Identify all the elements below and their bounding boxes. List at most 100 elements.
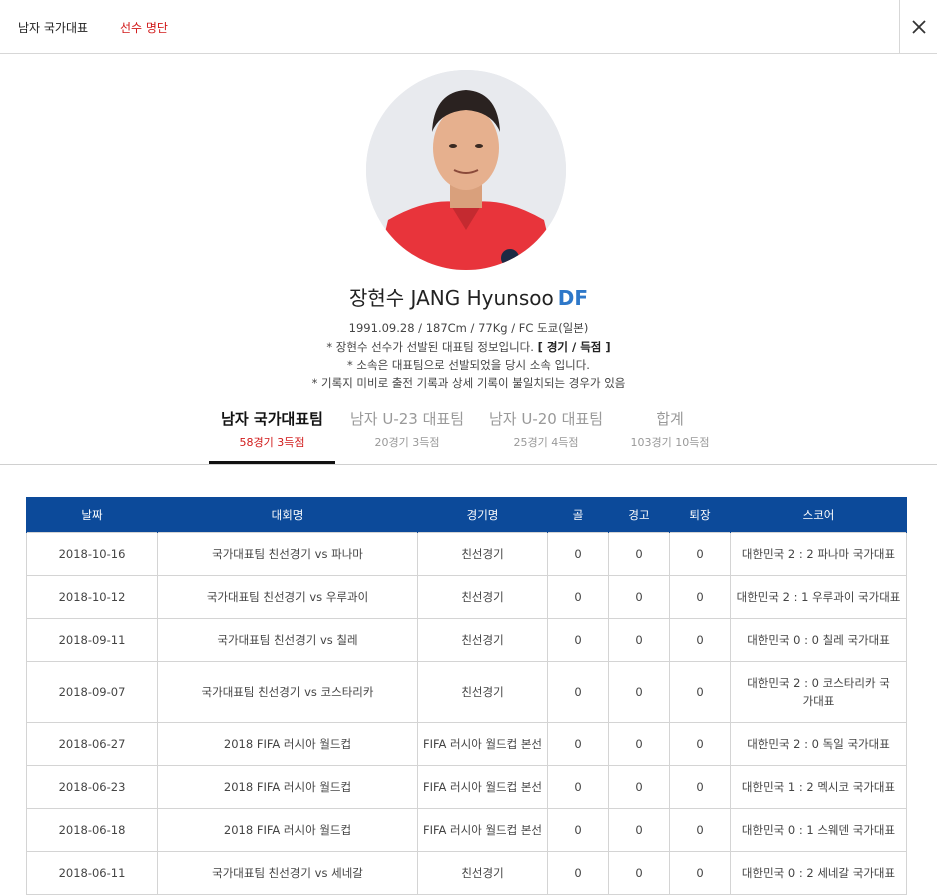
cell-score: 대한민국 1 : 2 멕시코 국가대표 xyxy=(730,765,907,809)
cell-red-cards: 0 xyxy=(669,661,731,723)
cell-competition: 2018 FIFA 러시아 월드컵 xyxy=(157,808,418,852)
cell-score: 대한민국 0 : 0 칠레 국가대표 xyxy=(730,618,907,662)
note-selection-bold: [ 경기 / 득점 ] xyxy=(537,340,611,354)
player-note-club: * 소속은 대표팀으로 선발되었을 당시 소속 입니다. xyxy=(347,358,590,372)
column-header-competition: 대회명 xyxy=(157,497,418,533)
tab-u20-team[interactable]: 남자 U-20 대표팀 25경기 4득점 xyxy=(482,404,610,464)
cell-competition: 2018 FIFA 러시아 월드컵 xyxy=(157,722,418,766)
cell-date: 2018-06-23 xyxy=(26,765,158,809)
cell-score: 대한민국 2 : 1 우루과이 국가대표 xyxy=(730,575,907,619)
cell-red-cards: 0 xyxy=(669,575,731,619)
cell-date: 2018-06-18 xyxy=(26,808,158,852)
close-button[interactable] xyxy=(899,0,937,54)
cell-red-cards: 0 xyxy=(669,851,731,895)
column-header-date: 날짜 xyxy=(26,497,158,533)
tab-stats: 25경기 4득점 xyxy=(513,436,579,449)
cell-match: 친선경기 xyxy=(417,575,548,619)
cell-yellow-cards: 0 xyxy=(608,618,670,662)
cell-score: 대한민국 0 : 2 세네갈 국가대표 xyxy=(730,851,907,895)
player-photo xyxy=(366,70,566,270)
player-note-selection: * 장현수 선수가 선발된 대표팀 정보입니다. [ 경기 / 득점 ] xyxy=(0,339,937,355)
table-row: 2018-10-12 국가대표팀 친선경기 vs 우루과이 친선경기 0 0 0… xyxy=(26,575,907,619)
tab-label: 남자 U-20 대표팀 xyxy=(488,410,603,428)
cell-competition: 국가대표팀 친선경기 vs 우루과이 xyxy=(157,575,418,619)
table-header-row: 날짜 대회명 경기명 골 경고 퇴장 스코어 xyxy=(26,497,907,533)
cell-date: 2018-09-07 xyxy=(26,661,158,723)
cell-red-cards: 0 xyxy=(669,722,731,766)
tab-stats: 103경기 10득점 xyxy=(630,436,710,449)
cell-yellow-cards: 0 xyxy=(608,532,670,576)
cell-date: 2018-09-11 xyxy=(26,618,158,662)
cell-match: 친선경기 xyxy=(417,532,548,576)
cell-date: 2018-10-12 xyxy=(26,575,158,619)
player-note-records: * 기록지 미비로 출전 기록과 상세 기록이 불일치되는 경우가 있음 xyxy=(311,376,626,390)
cell-red-cards: 0 xyxy=(669,808,731,852)
cell-yellow-cards: 0 xyxy=(608,808,670,852)
top-bar: 남자 국가대표 선수 명단 xyxy=(0,0,937,54)
cell-goals: 0 xyxy=(547,661,609,723)
cell-score: 대한민국 2 : 2 파나마 국가대표 xyxy=(730,532,907,576)
tab-u23-team[interactable]: 남자 U-23 대표팀 20경기 3득점 xyxy=(343,404,471,464)
tab-label: 합계 xyxy=(656,410,684,428)
team-tabs: 남자 국가대표팀 58경기 3득점 남자 U-23 대표팀 20경기 3득점 남… xyxy=(0,404,937,465)
cell-red-cards: 0 xyxy=(669,618,731,662)
cell-yellow-cards: 0 xyxy=(608,765,670,809)
cell-score: 대한민국 2 : 0 독일 국가대표 xyxy=(730,722,907,766)
player-name: 장현수 JANG Hyunsoo xyxy=(349,286,554,310)
tab-label: 남자 U-23 대표팀 xyxy=(349,410,464,428)
match-records-table: 날짜 대회명 경기명 골 경고 퇴장 스코어 2018-10-16 국가대표팀 … xyxy=(26,497,907,895)
cell-goals: 0 xyxy=(547,618,609,662)
column-header-yellow-cards: 경고 xyxy=(608,497,670,533)
table-row: 2018-06-23 2018 FIFA 러시아 월드컵 FIFA 러시아 월드… xyxy=(26,765,907,809)
table-row: 2018-09-11 국가대표팀 친선경기 vs 칠레 친선경기 0 0 0 대… xyxy=(26,618,907,662)
cell-match: 친선경기 xyxy=(417,851,548,895)
cell-match: 친선경기 xyxy=(417,661,548,723)
cell-competition: 국가대표팀 친선경기 vs 코스타리카 xyxy=(157,661,418,723)
player-position: DF xyxy=(557,286,588,310)
column-header-match: 경기명 xyxy=(417,497,548,533)
player-details: 1991.09.28 / 187Cm / 77Kg / FC 도쿄(일본) xyxy=(348,321,589,335)
cell-goals: 0 xyxy=(547,808,609,852)
cell-red-cards: 0 xyxy=(669,765,731,809)
cell-goals: 0 xyxy=(547,851,609,895)
close-icon xyxy=(911,20,926,34)
nav-link-player-roster[interactable]: 선수 명단 xyxy=(120,19,168,36)
tab-total[interactable]: 합계 103경기 10득점 xyxy=(620,404,720,464)
cell-match: FIFA 러시아 월드컵 본선 xyxy=(417,722,548,766)
tab-label: 남자 국가대표팀 xyxy=(221,410,323,428)
cell-goals: 0 xyxy=(547,722,609,766)
cell-competition: 2018 FIFA 러시아 월드컵 xyxy=(157,765,418,809)
tab-mens-national-team[interactable]: 남자 국가대표팀 58경기 3득점 xyxy=(209,404,335,464)
cell-goals: 0 xyxy=(547,765,609,809)
cell-red-cards: 0 xyxy=(669,532,731,576)
table-row: 2018-09-07 국가대표팀 친선경기 vs 코스타리카 친선경기 0 0 … xyxy=(26,661,907,723)
cell-score: 대한민국 0 : 1 스웨덴 국가대표 xyxy=(730,808,907,852)
note-selection-text: * 장현수 선수가 선발된 대표팀 정보입니다. xyxy=(326,340,534,354)
cell-yellow-cards: 0 xyxy=(608,851,670,895)
cell-match: 친선경기 xyxy=(417,618,548,662)
table-row: 2018-10-16 국가대표팀 친선경기 vs 파나마 친선경기 0 0 0 … xyxy=(26,532,907,576)
cell-date: 2018-06-27 xyxy=(26,722,158,766)
cell-yellow-cards: 0 xyxy=(608,575,670,619)
table-row: 2018-06-27 2018 FIFA 러시아 월드컵 FIFA 러시아 월드… xyxy=(26,722,907,766)
cell-competition: 국가대표팀 친선경기 vs 세네갈 xyxy=(157,851,418,895)
cell-match: FIFA 러시아 월드컵 본선 xyxy=(417,765,548,809)
cell-match: FIFA 러시아 월드컵 본선 xyxy=(417,808,548,852)
cell-competition: 국가대표팀 친선경기 vs 칠레 xyxy=(157,618,418,662)
column-header-red-cards: 퇴장 xyxy=(669,497,731,533)
column-header-goals: 골 xyxy=(547,497,609,533)
nav-link-mens-national-team[interactable]: 남자 국가대표 xyxy=(18,19,88,36)
cell-date: 2018-10-16 xyxy=(26,532,158,576)
cell-goals: 0 xyxy=(547,532,609,576)
cell-score: 대한민국 2 : 0 코스타리카 국가대표 xyxy=(730,661,907,723)
cell-date: 2018-06-11 xyxy=(26,851,158,895)
column-header-score: 스코어 xyxy=(730,497,907,533)
tab-stats: 58경기 3득점 xyxy=(239,436,305,449)
cell-yellow-cards: 0 xyxy=(608,722,670,766)
table-row: 2018-06-18 2018 FIFA 러시아 월드컵 FIFA 러시아 월드… xyxy=(26,808,907,852)
cell-yellow-cards: 0 xyxy=(608,661,670,723)
player-name-heading: 장현수 JANG Hyunsoo DF xyxy=(0,282,937,311)
tab-stats: 20경기 3득점 xyxy=(374,436,440,449)
cell-competition: 국가대표팀 친선경기 vs 파나마 xyxy=(157,532,418,576)
cell-goals: 0 xyxy=(547,575,609,619)
